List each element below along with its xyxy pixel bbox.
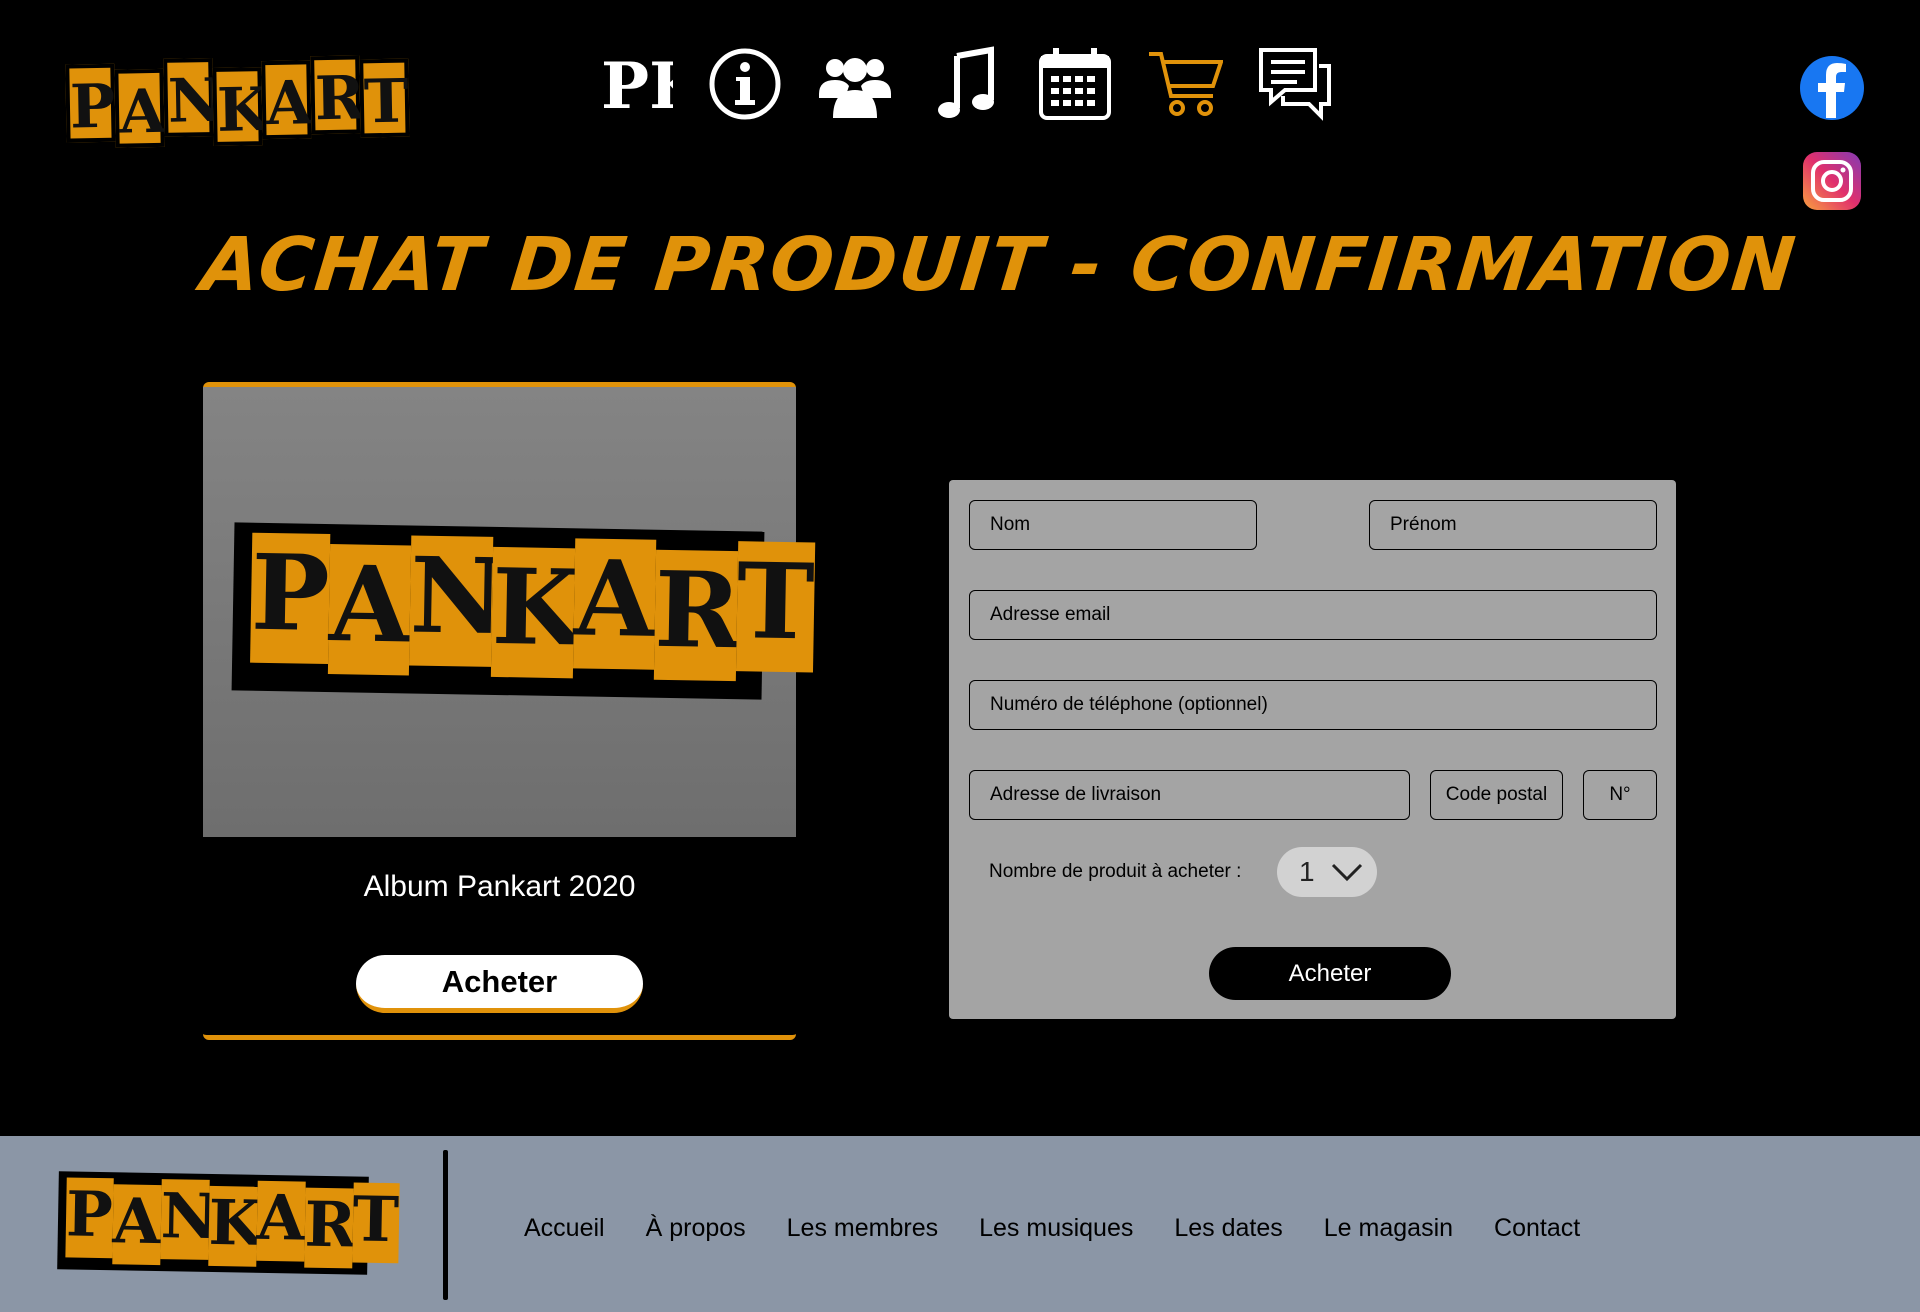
- cart-icon[interactable]: [1146, 44, 1224, 124]
- footer-link-a-propos[interactable]: À propos: [646, 1214, 746, 1243]
- logo-letter: P: [250, 531, 331, 665]
- product-name: Album Pankart 2020: [363, 870, 636, 903]
- delivery-address-field[interactable]: [969, 770, 1410, 820]
- logo-letter: P: [65, 63, 116, 143]
- logo-letter: A: [261, 60, 313, 140]
- footer: PANKART Accueil À propos Les membres Les…: [0, 1136, 1920, 1312]
- order-form: Nombre de produit à acheter : 1 Acheter: [949, 480, 1676, 1019]
- product-image: PANKART: [203, 387, 815, 837]
- product-buy-button[interactable]: Acheter: [356, 955, 643, 1013]
- logo-letter: A: [255, 1180, 305, 1262]
- logo-letter: R: [653, 548, 742, 682]
- logo-letter: A: [572, 536, 656, 670]
- footer-link-contact[interactable]: Contact: [1494, 1214, 1580, 1243]
- footer-logo[interactable]: PANKART: [57, 1171, 400, 1275]
- logo-letter: K: [207, 1185, 263, 1267]
- product-card: PANKART Album Pankart 2020 Acheter: [203, 382, 815, 1040]
- info-icon[interactable]: [706, 44, 784, 124]
- logo-letter: N: [163, 58, 223, 137]
- logo-letter: K: [490, 545, 583, 679]
- chevron-down-icon: [1331, 863, 1362, 882]
- street-number-field[interactable]: [1583, 770, 1657, 820]
- logo-letter: R: [310, 55, 365, 135]
- members-icon[interactable]: [816, 44, 894, 124]
- logo-letter: T: [359, 58, 410, 138]
- footer-link-accueil[interactable]: Accueil: [524, 1214, 605, 1243]
- music-note-icon[interactable]: [926, 44, 1004, 124]
- quantity-select[interactable]: 1: [1277, 847, 1377, 897]
- calendar-icon[interactable]: [1036, 44, 1114, 124]
- product-logo: PANKART: [231, 522, 815, 700]
- pk-monogram-icon[interactable]: PK: [596, 44, 674, 124]
- logo-letter: R: [303, 1187, 357, 1269]
- footer-divider: [443, 1150, 448, 1300]
- logo-letter: T: [351, 1182, 400, 1264]
- facebook-icon[interactable]: [1800, 56, 1864, 120]
- top-nav: PK: [596, 44, 1334, 124]
- logo-letter: K: [212, 67, 270, 146]
- first-name-field[interactable]: [1369, 500, 1657, 550]
- footer-link-membres[interactable]: Les membres: [787, 1214, 938, 1243]
- logo-letter: P: [65, 1177, 114, 1259]
- last-name-field[interactable]: [969, 500, 1257, 550]
- phone-field[interactable]: [969, 680, 1657, 730]
- page-title: ACHAT DE PRODUIT - CONFIRMATION: [197, 222, 1801, 308]
- email-field[interactable]: [969, 590, 1657, 640]
- footer-link-dates[interactable]: Les dates: [1174, 1214, 1282, 1243]
- svg-text:PK: PK: [601, 49, 673, 122]
- logo-letter: A: [328, 542, 411, 676]
- footer-link-magasin[interactable]: Le magasin: [1324, 1214, 1453, 1243]
- chat-icon[interactable]: [1256, 44, 1334, 124]
- quantity-value: 1: [1299, 856, 1315, 887]
- logo-letter: T: [735, 539, 815, 673]
- footer-nav: Accueil À propos Les membres Les musique…: [524, 1214, 1580, 1243]
- header-logo[interactable]: PANKART: [65, 55, 410, 152]
- logo-letter: A: [111, 1184, 161, 1266]
- postal-code-field[interactable]: [1430, 770, 1563, 820]
- quantity-label: Nombre de produit à acheter :: [989, 861, 1242, 882]
- logo-letter: N: [408, 533, 506, 667]
- submit-order-button[interactable]: Acheter: [1209, 947, 1451, 1000]
- logo-letter: A: [114, 68, 166, 148]
- instagram-icon[interactable]: [1803, 152, 1861, 210]
- footer-link-musiques[interactable]: Les musiques: [979, 1214, 1133, 1243]
- logo-letter: N: [159, 1179, 218, 1260]
